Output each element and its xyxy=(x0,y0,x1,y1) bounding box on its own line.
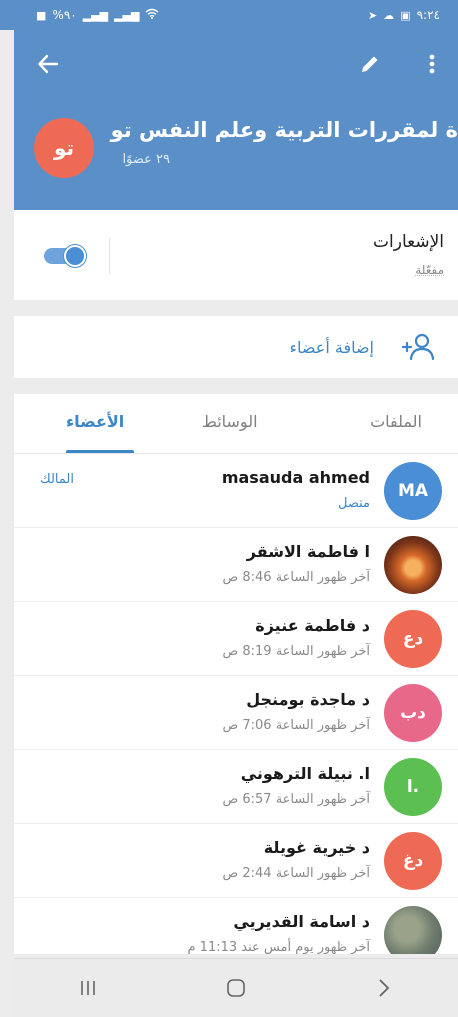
member-status: آخر ظهور الساعة 2:44 ص xyxy=(222,866,370,881)
member-name: د فاطمة عنيزة xyxy=(255,616,370,635)
member-name: د ماجدة بومنجل xyxy=(246,690,370,709)
divider xyxy=(109,238,110,274)
member-row[interactable]: دغ د خيرية غويلة آخر ظهور الساعة 2:44 ص xyxy=(14,824,458,898)
member-status: آخر ظهور الساعة 8:19 ص xyxy=(222,644,370,659)
member-name: ا فاطمة الاشقر xyxy=(246,542,370,561)
member-row[interactable]: ا. ا. نبيلة الترهوني آخر ظهور الساعة 6:5… xyxy=(14,750,458,824)
tab-media[interactable]: الوسائط xyxy=(202,412,258,431)
system-back-button[interactable] xyxy=(354,968,414,1008)
add-members-row[interactable]: إضافة أعضاء xyxy=(14,316,458,378)
home-icon xyxy=(227,979,245,997)
recent-apps-icon xyxy=(81,981,95,995)
status-bar: ■ %٩٠ ▂▄▆ ▂▄▆ ➤ ☁ ▣ ٩:٢٤ xyxy=(0,0,458,30)
group-avatar[interactable]: تو xyxy=(34,118,94,178)
member-row[interactable]: د اسامة القديريي آخر ظهور يوم أمس عند 11… xyxy=(14,898,458,954)
tab-bar: الملفات الوسائط الأعضاء xyxy=(14,394,458,454)
pencil-icon xyxy=(362,56,378,72)
member-avatar: دع xyxy=(384,610,442,668)
home-button[interactable] xyxy=(206,968,266,1008)
member-name: د خيرية غويلة xyxy=(263,838,370,857)
battery-icon: ■ xyxy=(36,8,47,22)
group-header: ة لمقررات التربية وعلم النفس تو ٢٩ عضوًا… xyxy=(14,30,458,210)
battery-level: %٩٠ xyxy=(52,8,77,22)
tab-members[interactable]: الأعضاء xyxy=(66,412,124,431)
notifications-status: مفعّلة xyxy=(415,263,444,277)
tab-indicator xyxy=(66,450,134,453)
member-avatar-photo xyxy=(384,906,442,954)
system-nav-bar xyxy=(14,958,458,1017)
back-chevron-icon xyxy=(379,979,390,997)
member-avatar-photo xyxy=(384,536,442,594)
back-button[interactable] xyxy=(32,48,64,80)
member-row[interactable]: دب د ماجدة بومنجل آخر ظهور الساعة 7:06 ص xyxy=(14,676,458,750)
member-row[interactable]: MA masauda ahmed متصل المالك xyxy=(14,454,458,528)
member-status: آخر ظهور الساعة 8:46 ص xyxy=(222,570,370,585)
member-status: آخر ظهور يوم أمس عند 11:13 م xyxy=(187,940,370,954)
signal-icon-2: ▂▄▆ xyxy=(114,8,140,22)
status-right: ➤ ☁ ▣ ٩:٢٤ xyxy=(368,8,440,22)
member-avatar: دغ xyxy=(384,832,442,890)
member-status: آخر ظهور الساعة 7:06 ص xyxy=(222,718,370,733)
member-row[interactable]: دع د فاطمة عنيزة آخر ظهور الساعة 8:19 ص xyxy=(14,602,458,676)
member-avatar: دب xyxy=(384,684,442,742)
member-row[interactable]: ا فاطمة الاشقر آخر ظهور الساعة 8:46 ص xyxy=(14,528,458,602)
members-section: الملفات الوسائط الأعضاء MA masauda ahmed… xyxy=(14,394,458,954)
member-avatar: ا. xyxy=(384,758,442,816)
add-user-icon xyxy=(401,332,436,366)
member-status: آخر ظهور الساعة 6:57 ص xyxy=(222,792,370,807)
dots-vertical-icon xyxy=(429,54,435,74)
notifications-toggle[interactable] xyxy=(44,245,86,267)
notifications-title: الإشعارات xyxy=(373,232,444,252)
cloud-icon: ☁ xyxy=(383,8,395,22)
member-status: متصل xyxy=(337,496,370,511)
wifi-icon xyxy=(145,8,159,22)
member-name: masauda ahmed xyxy=(221,468,370,487)
arrow-left-icon xyxy=(38,54,59,74)
notifications-row[interactable]: الإشعارات مفعّلة xyxy=(14,210,458,300)
member-role-badge: المالك xyxy=(40,472,74,487)
group-title: ة لمقررات التربية وعلم النفس تو xyxy=(110,118,458,142)
member-avatar: MA xyxy=(384,462,442,520)
more-options-button[interactable] xyxy=(418,48,446,80)
member-name: ا. نبيلة الترهوني xyxy=(240,764,370,783)
toggle-knob xyxy=(64,245,86,267)
edit-button[interactable] xyxy=(354,48,386,80)
add-members-label: إضافة أعضاء xyxy=(289,338,374,357)
navigation-arrow-icon: ➤ xyxy=(367,8,378,22)
member-name: د اسامة القديريي xyxy=(233,912,370,931)
tab-files[interactable]: الملفات xyxy=(370,412,422,431)
recent-apps-button[interactable] xyxy=(58,968,118,1008)
status-left: ■ %٩٠ ▂▄▆ ▂▄▆ xyxy=(36,8,159,22)
image-icon: ▣ xyxy=(400,8,411,22)
clock: ٩:٢٤ xyxy=(416,8,440,22)
member-count: ٢٩ عضوًا xyxy=(122,152,170,167)
signal-icon: ▂▄▆ xyxy=(82,8,109,22)
